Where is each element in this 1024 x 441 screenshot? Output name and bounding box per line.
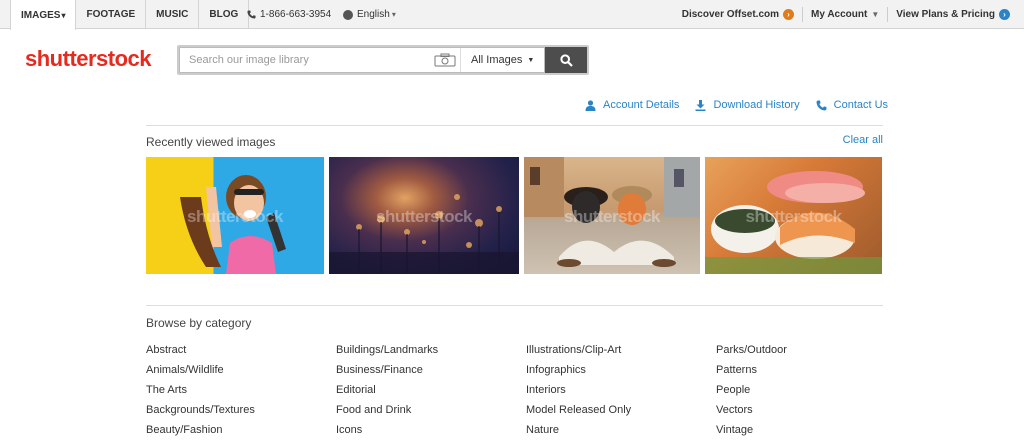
contact-us-link[interactable]: Contact Us [816, 99, 888, 111]
category-link[interactable]: Food and Drink [336, 403, 526, 423]
phone-number: 1-866-663-3954 [247, 0, 331, 29]
chevron-down-icon: ▼ [871, 10, 880, 19]
tab-music-label: MUSIC [156, 9, 189, 20]
category-link[interactable]: Illustrations/Clip-Art [526, 343, 716, 363]
image-type-label: All Images [471, 54, 523, 66]
category-link[interactable]: Backgrounds/Textures [146, 403, 336, 423]
phone-icon [816, 100, 827, 110]
category-link[interactable]: Animals/Wildlife [146, 363, 336, 383]
tab-footage[interactable]: FOOTAGE [76, 0, 147, 29]
category-column: Abstract Animals/Wildlife The Arts Backg… [146, 343, 336, 441]
search-box: All Images ▼ [179, 47, 545, 73]
account-links: Account Details Download History Contact… [585, 99, 904, 111]
tab-music[interactable]: MUSIC [146, 0, 200, 29]
category-link[interactable]: Vectors [716, 403, 906, 423]
tab-images[interactable]: IMAGES ▾ [10, 0, 77, 30]
chevron-down-icon: ▼ [527, 56, 535, 64]
category-link[interactable]: Beauty/Fashion [146, 423, 336, 441]
category-column: Parks/Outdoor Patterns People Vectors Vi… [716, 343, 906, 441]
browse-title: Browse by category [146, 316, 252, 330]
view-plans-label: View Plans & Pricing [896, 9, 995, 20]
recent-thumbnail[interactable]: shutterstock [146, 157, 324, 274]
search-button[interactable] [545, 47, 587, 73]
view-plans-link[interactable]: View Plans & Pricing › [887, 7, 1018, 22]
tab-blog[interactable]: BLOG [199, 0, 250, 29]
language-selector[interactable]: English ▾ [343, 0, 396, 29]
recent-thumbnails: shutterstock shutterstock shutterstock s… [146, 157, 882, 274]
category-link[interactable]: Nature [526, 423, 716, 441]
watermark: shutterstock [745, 207, 842, 226]
my-account-label: My Account [811, 9, 868, 20]
search-input[interactable] [180, 54, 430, 66]
my-account-menu[interactable]: My Account ▼ [802, 7, 887, 22]
shutterstock-logo[interactable]: shutterstock [25, 46, 152, 72]
tab-blog-label: BLOG [209, 9, 239, 20]
user-icon [585, 99, 596, 111]
recent-thumbnail[interactable]: shutterstock [329, 157, 519, 274]
category-link[interactable]: Patterns [716, 363, 906, 383]
camera-icon[interactable] [434, 53, 456, 67]
watermark: shutterstock [186, 207, 284, 226]
arrow-right-icon: › [999, 9, 1010, 20]
download-history-label: Download History [713, 99, 800, 111]
category-grid: Abstract Animals/Wildlife The Arts Backg… [146, 343, 906, 441]
category-link[interactable]: People [716, 383, 906, 403]
category-link[interactable]: Icons [336, 423, 526, 441]
tab-images-label: IMAGES [21, 9, 61, 21]
recent-thumbnail[interactable]: shutterstock [705, 157, 882, 274]
watermark: shutterstock [563, 207, 661, 226]
category-link[interactable]: Vintage [716, 423, 906, 441]
discover-offset-link[interactable]: Discover Offset.com › [674, 7, 802, 22]
divider [146, 125, 883, 126]
clear-all-link[interactable]: Clear all [843, 134, 883, 146]
search-bar: All Images ▼ [177, 45, 589, 75]
chevron-down-icon: ▾ [391, 10, 396, 19]
category-column: Illustrations/Clip-Art Infographics Inte… [526, 343, 716, 441]
category-link[interactable]: Infographics [526, 363, 716, 383]
watermark: shutterstock [375, 207, 473, 226]
download-history-link[interactable]: Download History [695, 99, 800, 111]
top-nav: IMAGES ▾ FOOTAGE MUSIC BLOG [10, 0, 250, 30]
image-type-dropdown[interactable]: All Images ▼ [460, 48, 542, 72]
account-details-label: Account Details [603, 99, 680, 111]
recently-viewed-title: Recently viewed images [146, 135, 276, 149]
account-details-link[interactable]: Account Details [585, 99, 679, 111]
download-icon [695, 99, 706, 111]
divider [146, 305, 883, 306]
category-link[interactable]: Parks/Outdoor [716, 343, 906, 363]
top-right-links: Discover Offset.com › My Account ▼ View … [674, 0, 1018, 29]
category-link[interactable]: Interiors [526, 383, 716, 403]
contact-us-label: Contact Us [833, 99, 889, 111]
arrow-right-icon: › [783, 9, 795, 20]
category-link[interactable]: Business/Finance [336, 363, 526, 383]
globe-icon [343, 9, 353, 20]
category-link[interactable]: Editorial [336, 383, 526, 403]
category-link[interactable]: Buildings/Landmarks [336, 343, 526, 363]
tab-footage-label: FOOTAGE [86, 9, 136, 20]
recent-thumbnail[interactable]: shutterstock [524, 157, 700, 274]
phone-icon [247, 10, 256, 19]
category-link[interactable]: Abstract [146, 343, 336, 363]
chevron-down-icon: ▾ [61, 10, 66, 20]
phone-label: 1-866-663-3954 [260, 9, 332, 20]
top-bar: IMAGES ▾ FOOTAGE MUSIC BLOG 1-866-663-395… [0, 0, 1024, 30]
language-label: English [357, 9, 390, 20]
category-link[interactable]: The Arts [146, 383, 336, 403]
category-link[interactable]: Model Released Only [526, 403, 716, 423]
category-column: Buildings/Landmarks Business/Finance Edi… [336, 343, 526, 441]
discover-offset-label: Discover Offset.com [681, 9, 780, 20]
search-icon [559, 53, 573, 67]
